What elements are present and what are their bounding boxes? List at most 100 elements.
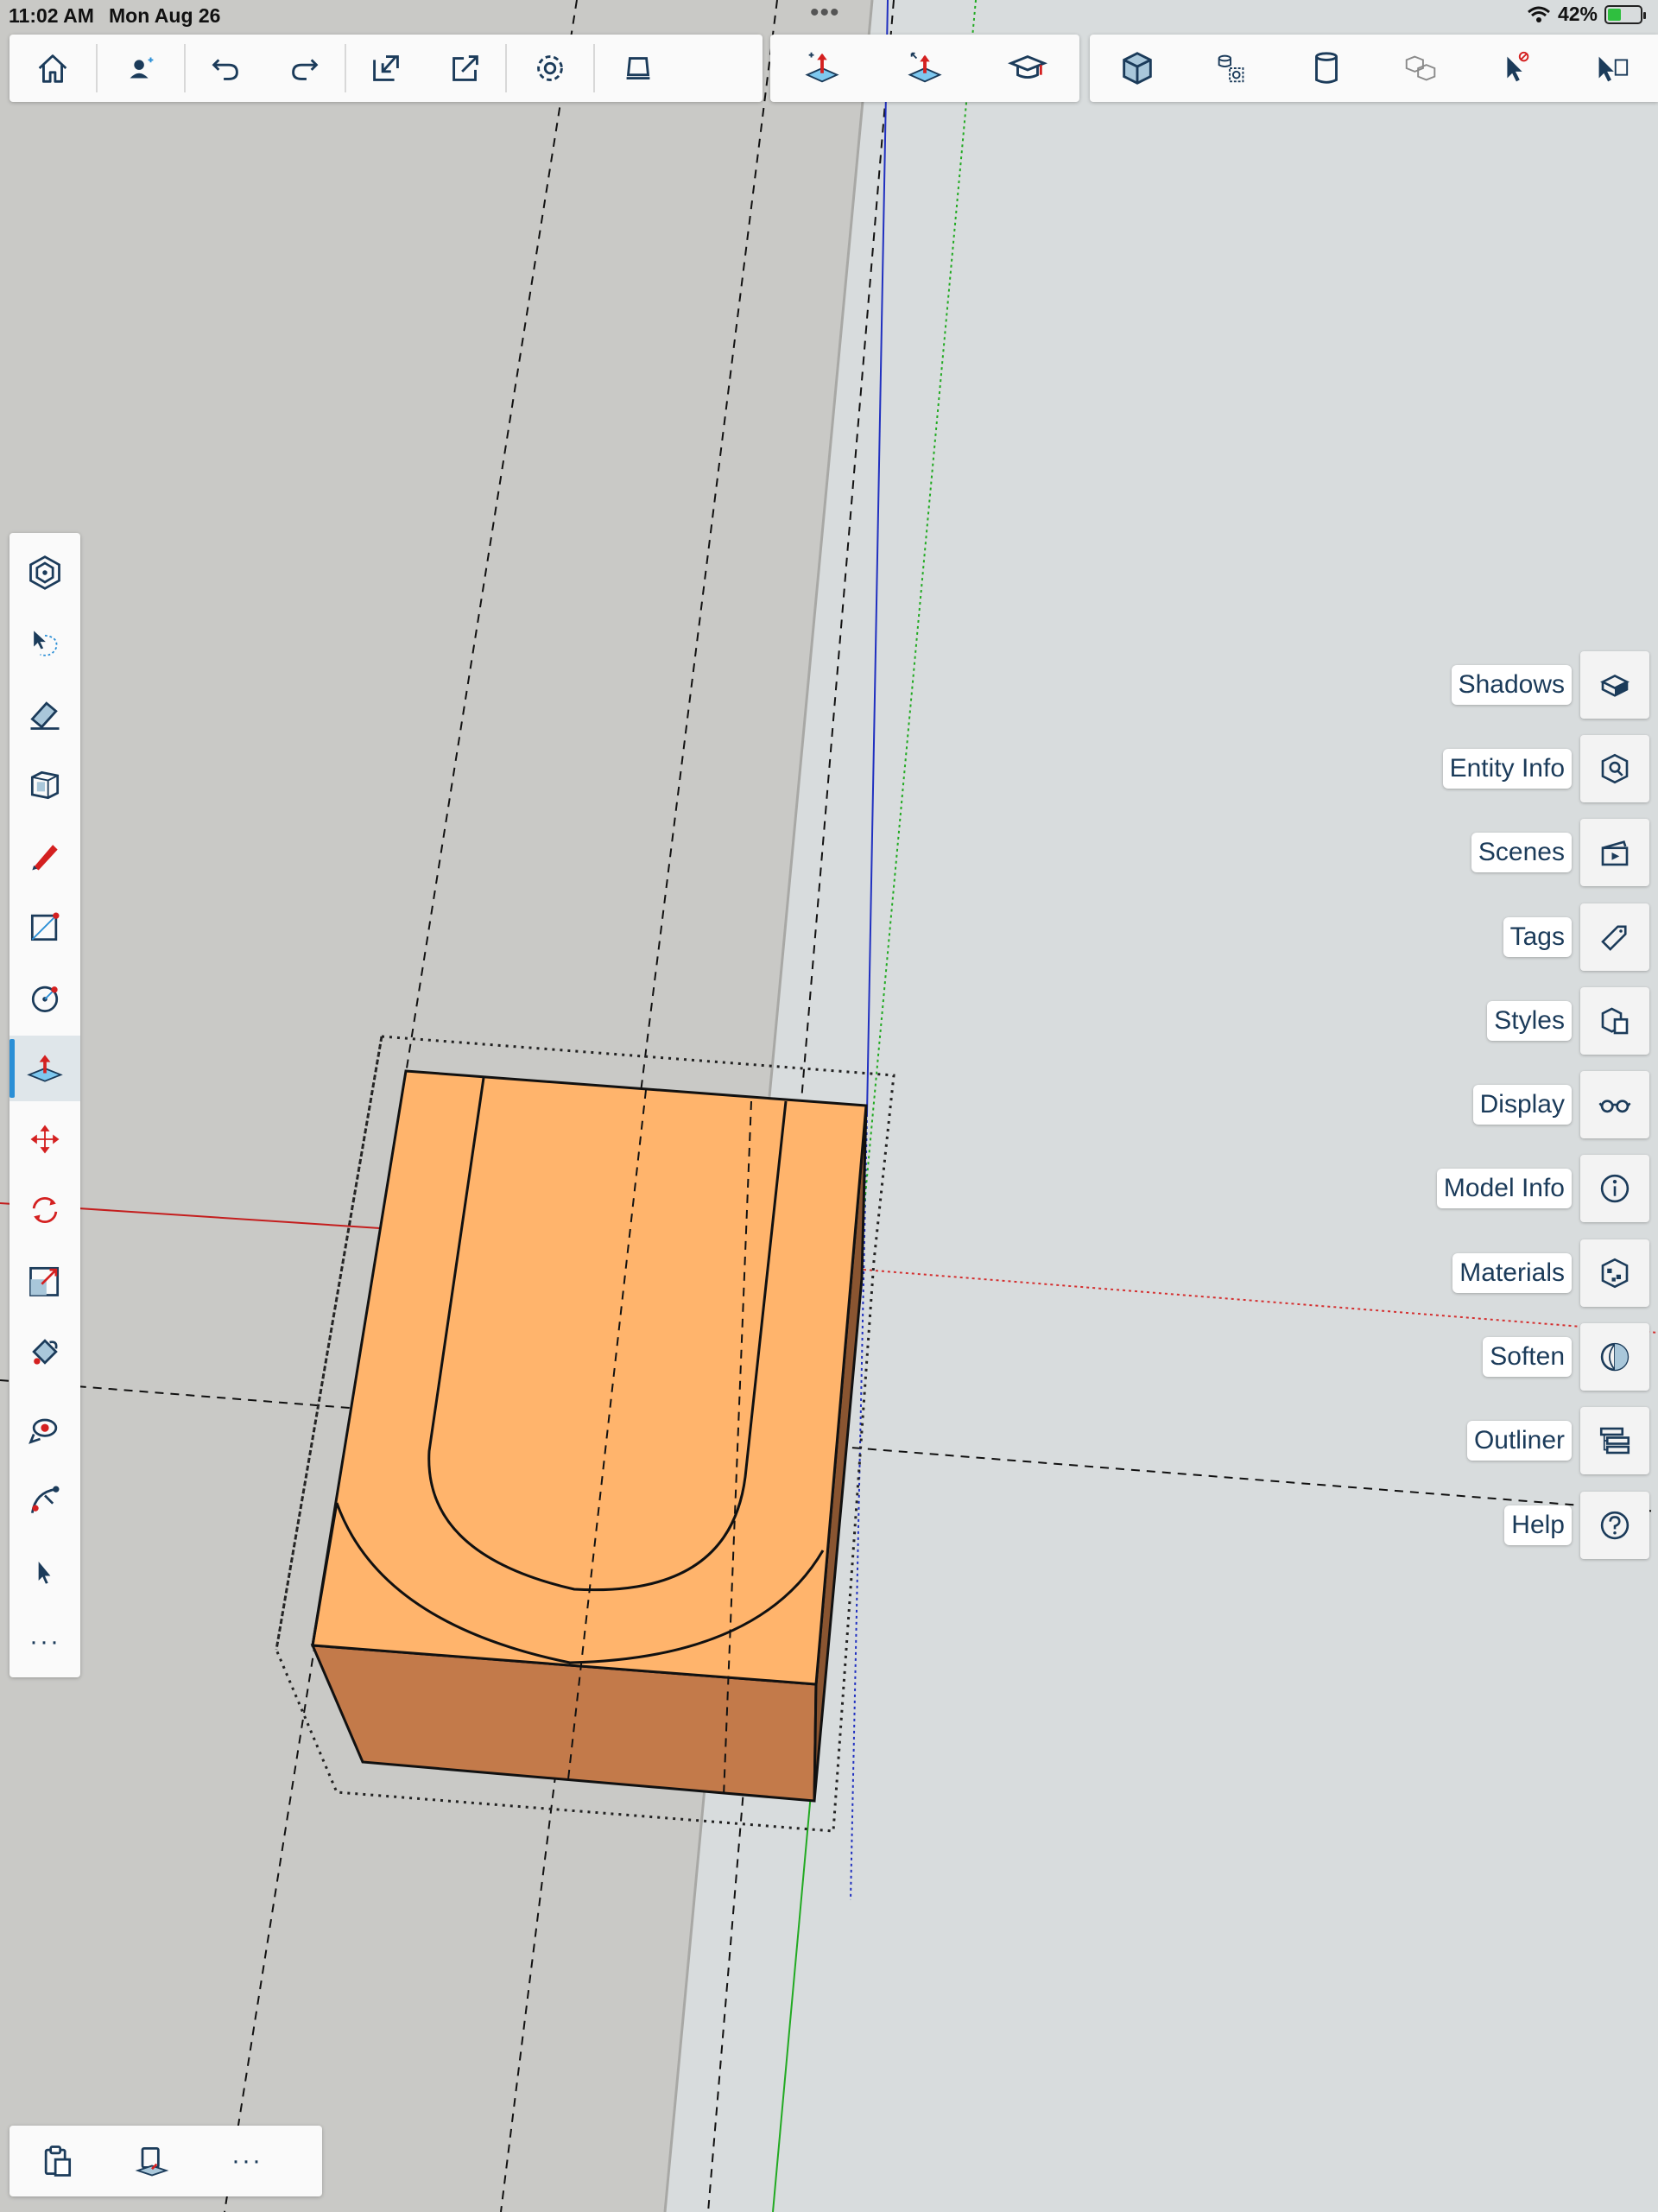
solid-tools-icon bbox=[30, 770, 60, 800]
import-button[interactable] bbox=[346, 35, 426, 102]
more-tools-icon: ··· bbox=[29, 1627, 60, 1656]
tags-label[interactable]: Tags bbox=[1503, 917, 1572, 957]
circle-icon bbox=[31, 986, 59, 1012]
help-button[interactable] bbox=[1580, 1492, 1649, 1559]
clipped-view-button[interactable] bbox=[1571, 35, 1650, 102]
status-bar: 11:02 AM Mon Aug 26 ••• 42% bbox=[0, 0, 1658, 31]
component-button[interactable] bbox=[1192, 35, 1271, 102]
export-button[interactable] bbox=[426, 35, 505, 102]
scenes-button[interactable] bbox=[1580, 819, 1649, 886]
tape-measure-button[interactable] bbox=[9, 1467, 80, 1533]
push-pull-arrows-button[interactable] bbox=[882, 35, 968, 102]
multitask-dots[interactable]: ••• bbox=[810, 0, 840, 28]
view-toolbar bbox=[1090, 35, 1658, 102]
soften-label[interactable]: Soften bbox=[1483, 1337, 1572, 1377]
model-info-label[interactable]: Model Info bbox=[1436, 1169, 1572, 1208]
scale-button[interactable] bbox=[9, 1248, 80, 1314]
soften-button[interactable] bbox=[1580, 1323, 1649, 1391]
lasso-select-icon bbox=[34, 631, 58, 656]
entity-info-label[interactable]: Entity Info bbox=[1442, 749, 1572, 789]
orbit-button[interactable] bbox=[9, 1397, 80, 1462]
help-icon bbox=[1600, 1511, 1630, 1540]
outliner-label[interactable]: Outliner bbox=[1466, 1421, 1572, 1461]
home-button[interactable] bbox=[9, 35, 96, 102]
ar-viewer-button[interactable] bbox=[595, 35, 681, 102]
account-button[interactable] bbox=[98, 35, 184, 102]
move-button[interactable] bbox=[9, 1106, 80, 1172]
outliner-panel-item[interactable]: Outliner bbox=[1466, 1407, 1649, 1474]
model-info-button[interactable] bbox=[1580, 1155, 1649, 1222]
shadows-panel-item[interactable]: Shadows bbox=[1451, 651, 1649, 719]
ar-viewer-icon bbox=[626, 57, 650, 79]
model-info-panel-item[interactable]: Model Info bbox=[1436, 1155, 1649, 1222]
tags-button[interactable] bbox=[1580, 903, 1649, 971]
undo-button[interactable] bbox=[186, 35, 265, 102]
scenes-panel-item[interactable]: Scenes bbox=[1471, 819, 1649, 886]
home-icon bbox=[38, 54, 67, 83]
search-3d-warehouse-button[interactable] bbox=[9, 540, 80, 605]
clipboard-button[interactable] bbox=[9, 2126, 104, 2196]
cylinder-button[interactable] bbox=[1287, 35, 1366, 102]
settings-button[interactable] bbox=[507, 35, 593, 102]
pencil-button[interactable] bbox=[9, 823, 80, 889]
paint-bucket-icon bbox=[32, 1339, 58, 1365]
solid-view-button[interactable] bbox=[1098, 35, 1177, 102]
model-viewport[interactable] bbox=[0, 0, 1658, 2212]
display-panel-item[interactable]: Display bbox=[1472, 1071, 1649, 1138]
account-icon bbox=[130, 57, 154, 79]
materials-label[interactable]: Materials bbox=[1452, 1253, 1572, 1293]
paste-in-place-icon bbox=[135, 2146, 169, 2177]
push-pull-button[interactable] bbox=[9, 1036, 80, 1101]
styles-button[interactable] bbox=[1580, 987, 1649, 1055]
soften-panel-item[interactable]: Soften bbox=[1483, 1323, 1649, 1391]
redo-icon bbox=[292, 59, 319, 80]
help-panel-item[interactable]: Help bbox=[1504, 1492, 1649, 1559]
solid-tools-button[interactable] bbox=[9, 752, 80, 818]
learn-button[interactable] bbox=[984, 35, 1071, 102]
move-icon bbox=[30, 1125, 60, 1154]
undo-icon bbox=[212, 59, 238, 80]
pencil-icon bbox=[32, 845, 58, 871]
display-label[interactable]: Display bbox=[1472, 1085, 1572, 1125]
push-pull-plus-button[interactable] bbox=[779, 35, 865, 102]
entity-info-button[interactable] bbox=[1580, 735, 1649, 802]
shadows-button[interactable] bbox=[1580, 651, 1649, 719]
paste-in-place-button[interactable] bbox=[104, 2126, 199, 2196]
export-icon bbox=[452, 55, 478, 81]
eraser-button[interactable] bbox=[9, 681, 80, 747]
outliner-button[interactable] bbox=[1580, 1407, 1649, 1474]
materials-panel-item[interactable]: Materials bbox=[1452, 1239, 1649, 1307]
materials-button[interactable] bbox=[1580, 1239, 1649, 1307]
redo-button[interactable] bbox=[265, 35, 345, 102]
display-button[interactable] bbox=[1580, 1071, 1649, 1138]
box-model[interactable] bbox=[310, 1069, 868, 1803]
battery-percent: 42% bbox=[1557, 3, 1598, 25]
main-toolbar bbox=[9, 35, 763, 102]
scale-icon bbox=[29, 1266, 60, 1296]
bottom-toolbar: ··· bbox=[9, 2126, 322, 2196]
status-date: Mon Aug 26 bbox=[109, 4, 221, 27]
circle-button[interactable] bbox=[9, 965, 80, 1030]
select-button[interactable] bbox=[9, 1538, 80, 1604]
select-none-icon bbox=[1507, 51, 1529, 82]
select-none-button[interactable] bbox=[1476, 35, 1555, 102]
rotate-button[interactable] bbox=[9, 1177, 80, 1243]
clipboard-icon bbox=[44, 2145, 72, 2177]
more-button[interactable]: ··· bbox=[199, 2126, 294, 2196]
rectangle-button[interactable] bbox=[9, 894, 80, 960]
more-tools-button[interactable]: ··· bbox=[9, 1609, 80, 1675]
tags-panel-item[interactable]: Tags bbox=[1503, 903, 1649, 971]
more-icon: ··· bbox=[231, 2146, 263, 2175]
scenes-label[interactable]: Scenes bbox=[1471, 833, 1572, 872]
styles-panel-item[interactable]: Styles bbox=[1487, 987, 1649, 1055]
styles-label[interactable]: Styles bbox=[1487, 1001, 1572, 1041]
shadows-label[interactable]: Shadows bbox=[1451, 665, 1572, 705]
styles-icon bbox=[1601, 1007, 1629, 1035]
help-label[interactable]: Help bbox=[1504, 1505, 1572, 1545]
group-button[interactable] bbox=[1382, 35, 1461, 102]
paint-bucket-button[interactable] bbox=[9, 1319, 80, 1385]
entity-info-panel-item[interactable]: Entity Info bbox=[1442, 735, 1649, 802]
eraser-icon bbox=[30, 701, 60, 730]
lasso-select-button[interactable] bbox=[9, 611, 80, 676]
solid-view-icon bbox=[1123, 52, 1152, 85]
